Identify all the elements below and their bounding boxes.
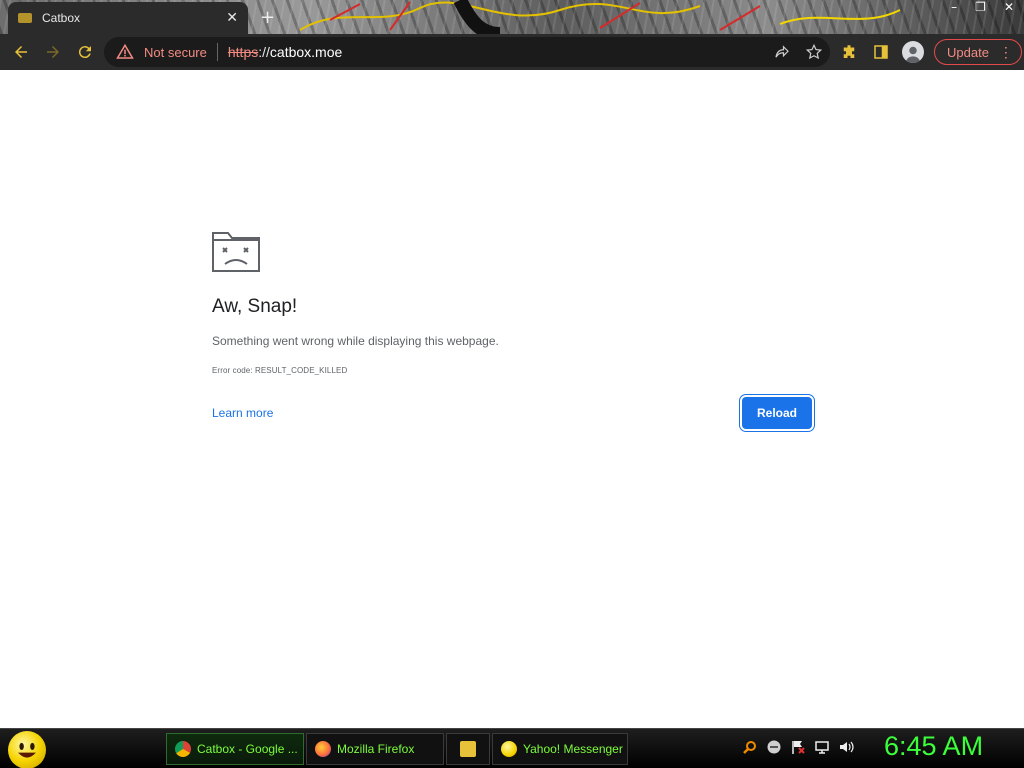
- tab-close-icon[interactable]: ✕: [226, 10, 238, 26]
- update-label: Update: [947, 44, 989, 60]
- forward-button[interactable]: [38, 37, 68, 67]
- reload-button[interactable]: Reload: [742, 397, 812, 429]
- search-icon[interactable]: [742, 739, 758, 755]
- system-tray: [742, 739, 854, 755]
- taskbar-item-label: Yahoo! Messenger: [523, 742, 623, 756]
- url-host: catbox.moe: [269, 44, 343, 60]
- reload-page-button[interactable]: [70, 37, 100, 67]
- browser-toolbar: Not secure https://catbox.moe Update ⋮: [0, 34, 1024, 70]
- taskbar-item-label: Mozilla Firefox: [337, 742, 415, 756]
- url-separator: ://: [258, 44, 270, 60]
- browser-tab[interactable]: Catbox ✕: [8, 2, 248, 34]
- forward-arrow-icon: [47, 46, 59, 58]
- folder-icon: [460, 741, 476, 757]
- back-arrow-icon: [15, 46, 27, 58]
- maximize-button[interactable]: ❐: [975, 0, 986, 14]
- url-scheme: https: [227, 44, 259, 60]
- learn-more-link[interactable]: Learn more: [212, 406, 273, 420]
- sad-tab-icon: [212, 232, 260, 272]
- catbox-favicon-icon: [18, 13, 32, 23]
- refresh-icon: [78, 46, 91, 59]
- omnibox-actions: [772, 42, 824, 62]
- error-code: Error code: RESULT_CODE_KILLED: [212, 366, 348, 375]
- chrome-icon: [175, 741, 191, 757]
- taskbar: Catbox - Google ... Mozilla Firefox Yaho…: [0, 728, 1024, 768]
- taskbar-item-yahoo-messenger[interactable]: Yahoo! Messenger: [492, 733, 628, 765]
- title-bar: Catbox ✕ + – ❐ ✕: [0, 0, 1024, 34]
- share-icon[interactable]: [772, 42, 792, 62]
- yahoo-messenger-icon: [501, 741, 517, 757]
- start-button-smiley-icon[interactable]: [8, 731, 46, 768]
- error-message: Something went wrong while displaying th…: [212, 334, 499, 348]
- volume-icon[interactable]: [838, 739, 854, 755]
- window-controls: – ❐ ✕: [951, 0, 1014, 14]
- taskbar-item-folder[interactable]: [446, 733, 490, 765]
- action-center-flag-icon[interactable]: [790, 739, 806, 755]
- toolbar-right: Update ⋮: [838, 38, 1022, 66]
- network-icon[interactable]: [814, 739, 830, 755]
- page-content: Aw, Snap! Something went wrong while dis…: [0, 70, 1024, 728]
- back-button[interactable]: [6, 37, 36, 67]
- menu-kebab-icon[interactable]: ⋮: [999, 44, 1013, 61]
- new-tab-button[interactable]: +: [260, 7, 275, 28]
- extensions-puzzle-icon[interactable]: [838, 38, 860, 66]
- address-bar[interactable]: Not secure https://catbox.moe: [104, 37, 830, 67]
- taskbar-clock[interactable]: 6:45 AM: [884, 731, 983, 762]
- update-button[interactable]: Update ⋮: [934, 39, 1022, 65]
- omnibox-divider: [216, 43, 218, 61]
- firefox-icon: [315, 741, 331, 757]
- taskbar-item-chrome[interactable]: Catbox - Google ...: [166, 733, 304, 765]
- bookmark-star-icon[interactable]: [804, 42, 824, 62]
- window-close-button[interactable]: ✕: [1004, 0, 1014, 14]
- not-secure-warning-icon[interactable]: [112, 42, 138, 62]
- tab-title: Catbox: [42, 11, 81, 25]
- taskbar-item-firefox[interactable]: Mozilla Firefox: [306, 733, 444, 765]
- taskbar-item-label: Catbox - Google ...: [197, 742, 298, 756]
- security-status-label[interactable]: Not secure: [144, 45, 207, 60]
- side-panel-icon[interactable]: [870, 38, 892, 66]
- messenger-status-icon[interactable]: [766, 739, 782, 755]
- url-text[interactable]: https://catbox.moe: [228, 44, 342, 60]
- minimize-button[interactable]: –: [951, 0, 957, 14]
- error-title: Aw, Snap!: [212, 296, 298, 317]
- profile-avatar-icon[interactable]: [902, 41, 924, 63]
